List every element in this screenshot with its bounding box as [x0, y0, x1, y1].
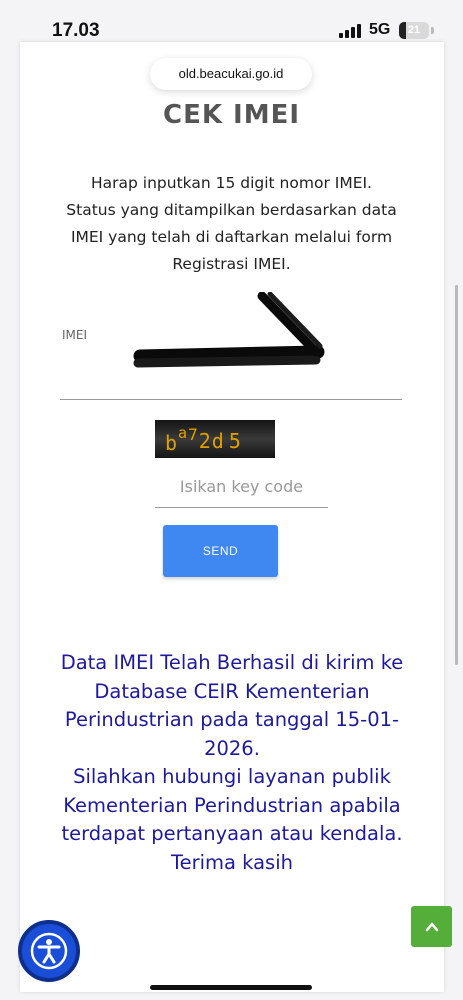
result-line: Data IMEI Telah Berhasil di kirim ke	[60, 651, 404, 674]
phone-screen: 17.03 5G 21 old.beacukai.go.id CEK IMEI …	[0, 0, 463, 1000]
keycode-input[interactable]	[155, 465, 328, 508]
accessibility-icon	[30, 932, 68, 970]
chevron-up-icon	[425, 922, 438, 931]
captcha-char: b	[165, 431, 179, 455]
result-line: Perindustrian pada tanggal 15-01-	[64, 708, 400, 731]
captcha-char: 2	[198, 429, 212, 453]
captcha-image: ba72d 5	[155, 420, 275, 458]
scroll-top-button[interactable]	[411, 906, 452, 947]
intro-text: Harap inputkan 15 digit nomor IMEI. Stat…	[30, 170, 433, 278]
captcha-char: d	[211, 429, 225, 453]
send-button[interactable]: SEND	[163, 525, 278, 577]
scrollbar[interactable]	[455, 285, 458, 665]
intro-line: IMEI yang telah di daftarkan melalui for…	[70, 228, 393, 246]
imei-input[interactable]	[60, 292, 402, 400]
home-indicator[interactable]	[150, 985, 312, 990]
captcha-text: ba72d 5	[165, 424, 242, 455]
result-line: Kementerian Perindustrian apabila	[63, 793, 401, 817]
intro-line: Status yang ditampilkan berdasarkan data	[66, 201, 397, 219]
network-type: 5G	[369, 21, 391, 38]
captcha-char: 7	[188, 425, 199, 444]
battery-icon: 21	[399, 22, 429, 39]
intro-line: Registrasi IMEI.	[172, 255, 291, 273]
page-title: CEK IMEI	[162, 100, 301, 130]
signal-icon	[339, 24, 361, 38]
result-line: 2026.	[204, 736, 260, 760]
imei-label: IMEI	[62, 328, 88, 342]
address-bar[interactable]: old.beacukai.go.id	[150, 58, 312, 90]
captcha-char: 5	[228, 429, 242, 453]
battery-cap	[431, 27, 434, 34]
result-line: Terima kasih	[170, 850, 293, 874]
accessibility-button[interactable]	[18, 920, 80, 982]
battery-level: 21	[407, 24, 421, 36]
result-line: Silahkan hubungi layanan publik	[73, 765, 391, 788]
redaction-mark	[133, 292, 325, 368]
result-line: Database CEIR Kementerian	[94, 679, 370, 703]
result-message: Data IMEI Telah Berhasil di kirim ke Dat…	[38, 649, 426, 877]
captcha-char: a	[178, 424, 189, 442]
status-time: 17.03	[52, 20, 100, 41]
intro-line: Harap inputkan 15 digit nomor IMEI.	[91, 174, 372, 192]
result-line: terdapat pertanyaan atau kendala.	[61, 822, 403, 845]
